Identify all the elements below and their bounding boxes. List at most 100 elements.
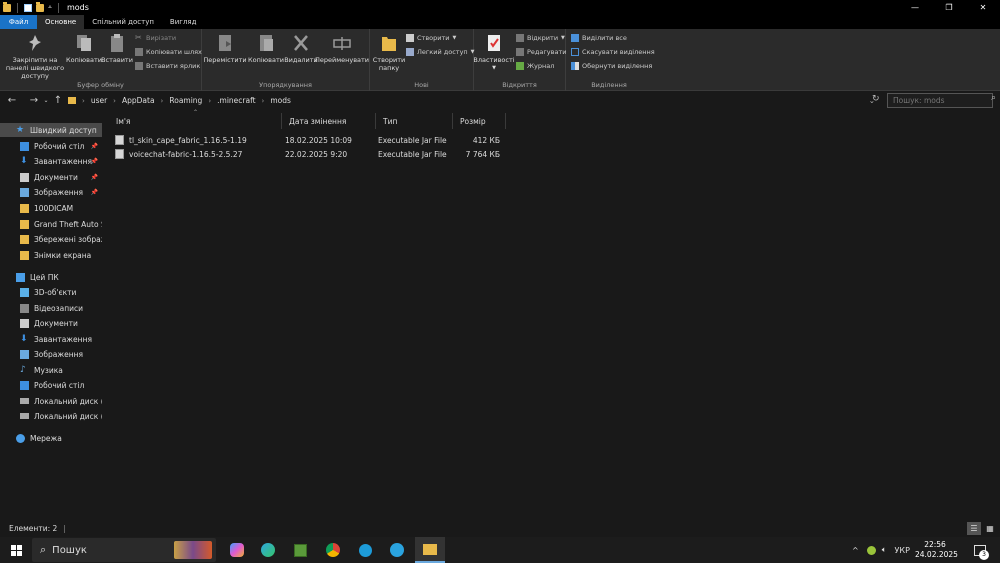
start-button[interactable] bbox=[4, 537, 28, 563]
breadcrumb[interactable]: › user › AppData › Roaming › .minecraft … bbox=[68, 93, 883, 108]
edit-button[interactable]: Редагувати bbox=[516, 48, 566, 56]
notifications-icon[interactable]: 3 bbox=[968, 537, 992, 563]
clock[interactable]: 22:56 24.02.2025 bbox=[915, 540, 958, 560]
cut-button[interactable]: ✂ Вирізати bbox=[135, 34, 176, 43]
nav-item-downloads[interactable]: ⬇ Завантаження 📌 bbox=[0, 154, 102, 168]
invert-selection-button[interactable]: Обернути виділення bbox=[571, 62, 652, 70]
quick-access-item[interactable]: ★ Швидкий доступ bbox=[0, 123, 102, 137]
network-item[interactable]: Мережа bbox=[0, 431, 102, 445]
breadcrumb-item[interactable]: AppData bbox=[122, 96, 155, 105]
maximize-button[interactable]: ❐ bbox=[932, 0, 966, 15]
tab-home[interactable]: Основне bbox=[37, 15, 85, 29]
column-header-date[interactable]: Дата змінення bbox=[282, 113, 376, 129]
nav-item-downloads[interactable]: ⬇ Завантаження bbox=[0, 332, 102, 346]
nav-item-drive-d[interactable]: Локальний диск (D bbox=[0, 409, 102, 423]
chrome-icon[interactable] bbox=[320, 537, 346, 563]
jar-file-icon bbox=[115, 135, 124, 145]
pictures-icon bbox=[20, 187, 29, 197]
quick-access-toolbar: ⩡ bbox=[0, 0, 61, 15]
rename-button[interactable]: Перейменувати bbox=[315, 33, 369, 64]
tab-view[interactable]: Вигляд bbox=[162, 15, 205, 29]
table-row[interactable]: tl_skin_cape_fabric_1.16.5-1.19 18.02.20… bbox=[112, 133, 512, 147]
up-arrow-icon[interactable]: ↑ bbox=[52, 95, 64, 106]
file-type: Executable Jar File bbox=[378, 135, 447, 145]
tab-file[interactable]: Файл bbox=[0, 15, 37, 29]
minimize-button[interactable]: — bbox=[898, 0, 932, 15]
nav-item-desktop[interactable]: Робочий стіл bbox=[0, 378, 102, 392]
breadcrumb-item[interactable]: mods bbox=[270, 96, 291, 105]
nav-item-folder[interactable]: Grand Theft Auto Sa bbox=[0, 217, 102, 231]
copy-to-button[interactable]: Копіювати bbox=[246, 33, 286, 64]
large-icons-view-icon[interactable]: ▦ bbox=[983, 522, 997, 535]
nav-item-documents[interactable]: Документи bbox=[0, 316, 102, 330]
refresh-icon[interactable]: ↻ bbox=[872, 94, 880, 104]
minecraft-icon[interactable] bbox=[287, 537, 313, 563]
properties-button[interactable]: Властивості ▼ bbox=[473, 33, 515, 72]
desktop-icon bbox=[20, 141, 29, 151]
copilot-icon[interactable] bbox=[224, 537, 250, 563]
tab-share[interactable]: Спільний доступ bbox=[84, 15, 162, 29]
clipboard-icon bbox=[108, 33, 126, 53]
move-to-button[interactable]: Перемістити bbox=[203, 33, 247, 64]
customize-quick-access-icon[interactable]: ⩡ bbox=[48, 3, 52, 12]
pin-quick-access-button[interactable]: Закріпити на панелі швидкого доступу bbox=[3, 33, 67, 80]
select-none-button[interactable]: Скасувати виділення bbox=[571, 48, 655, 56]
status-divider: | bbox=[63, 524, 66, 533]
history-button[interactable]: Журнал bbox=[516, 62, 554, 70]
paste-button[interactable]: Вставити bbox=[101, 33, 133, 64]
breadcrumb-item[interactable]: .minecraft bbox=[217, 96, 255, 105]
table-row[interactable]: voicechat-fabric-1.16.5-2.5.27 22.02.202… bbox=[112, 147, 512, 161]
delete-button[interactable]: Видалити bbox=[284, 33, 318, 64]
tray-overflow-chevron-icon[interactable]: ^ bbox=[852, 546, 859, 555]
select-all-button[interactable]: Виділити все bbox=[571, 34, 627, 42]
nav-item-folder[interactable]: 100DICAM bbox=[0, 201, 102, 215]
file-explorer-icon[interactable] bbox=[415, 537, 445, 563]
nav-item-folder[interactable]: Знімки екрана bbox=[0, 248, 102, 262]
recent-locations-chevron-icon[interactable]: ⌄ bbox=[40, 97, 52, 104]
file-size: 7 764 КБ bbox=[465, 149, 500, 159]
nav-item-desktop[interactable]: Робочий стіл 📌 bbox=[0, 139, 102, 153]
paste-shortcut-button[interactable]: Вставити ярлик bbox=[135, 62, 200, 70]
open-button[interactable]: Відкрити ▼ bbox=[516, 34, 565, 42]
easy-access-button[interactable]: Легкий доступ ▼ bbox=[406, 48, 475, 56]
back-arrow-icon[interactable]: ← bbox=[6, 95, 18, 106]
breadcrumb-item[interactable]: user bbox=[91, 96, 107, 105]
new-item-button[interactable]: Створити ▼ bbox=[406, 34, 456, 42]
file-date: 18.02.2025 10:09 bbox=[285, 135, 352, 145]
language-indicator[interactable]: УКР bbox=[895, 546, 910, 555]
telegram-icon[interactable] bbox=[384, 537, 410, 563]
copy-path-button[interactable]: Копіювати шлях bbox=[135, 48, 202, 56]
details-view-icon[interactable]: ☰ bbox=[967, 522, 981, 535]
history-icon bbox=[516, 62, 524, 70]
new-folder-button[interactable]: Створити папку bbox=[372, 33, 406, 72]
nav-item-videos[interactable]: Відеозаписи bbox=[0, 301, 102, 315]
nav-item-pictures[interactable]: Зображення 📌 bbox=[0, 185, 102, 199]
new-folder-icon bbox=[380, 33, 398, 53]
properties-quick-icon[interactable] bbox=[24, 3, 32, 12]
speaker-icon[interactable]: 🔈︎ bbox=[882, 545, 887, 555]
new-folder-quick-icon[interactable] bbox=[36, 1, 44, 12]
close-button[interactable]: ✕ bbox=[966, 0, 1000, 15]
column-header-type[interactable]: Тип bbox=[376, 113, 453, 129]
new-group: Створити папку Створити ▼ Легкий доступ … bbox=[370, 29, 475, 91]
breadcrumb-item[interactable]: Roaming bbox=[169, 96, 202, 105]
search-input[interactable] bbox=[887, 93, 993, 108]
nav-item-folder[interactable]: Збережені зображ bbox=[0, 232, 102, 246]
column-header-size[interactable]: Розмір bbox=[453, 113, 506, 129]
nav-item-documents[interactable]: Документи 📌 bbox=[0, 170, 102, 184]
edge-icon[interactable] bbox=[255, 537, 281, 563]
nav-item-music[interactable]: ♪ Музика bbox=[0, 363, 102, 377]
copy-path-icon bbox=[135, 48, 143, 56]
this-pc-item[interactable]: Цей ПК bbox=[0, 270, 102, 284]
folder-icon bbox=[20, 203, 29, 213]
copy-button[interactable]: Копіювати bbox=[66, 33, 102, 64]
nav-item-pictures[interactable]: Зображення bbox=[0, 347, 102, 361]
nav-item-3d-objects[interactable]: 3D-об'єкти bbox=[0, 285, 102, 299]
column-header-name[interactable]: Ім'я bbox=[109, 113, 282, 129]
tray-app-icon[interactable] bbox=[866, 545, 876, 555]
nav-item-drive-c[interactable]: Локальний диск (C bbox=[0, 394, 102, 408]
download-icon: ⬇ bbox=[20, 155, 28, 166]
taskbar-search[interactable]: ⌕ Пошук bbox=[32, 538, 216, 562]
vpn-shield-icon[interactable] bbox=[352, 537, 378, 563]
forward-arrow-icon[interactable]: → bbox=[28, 95, 40, 106]
